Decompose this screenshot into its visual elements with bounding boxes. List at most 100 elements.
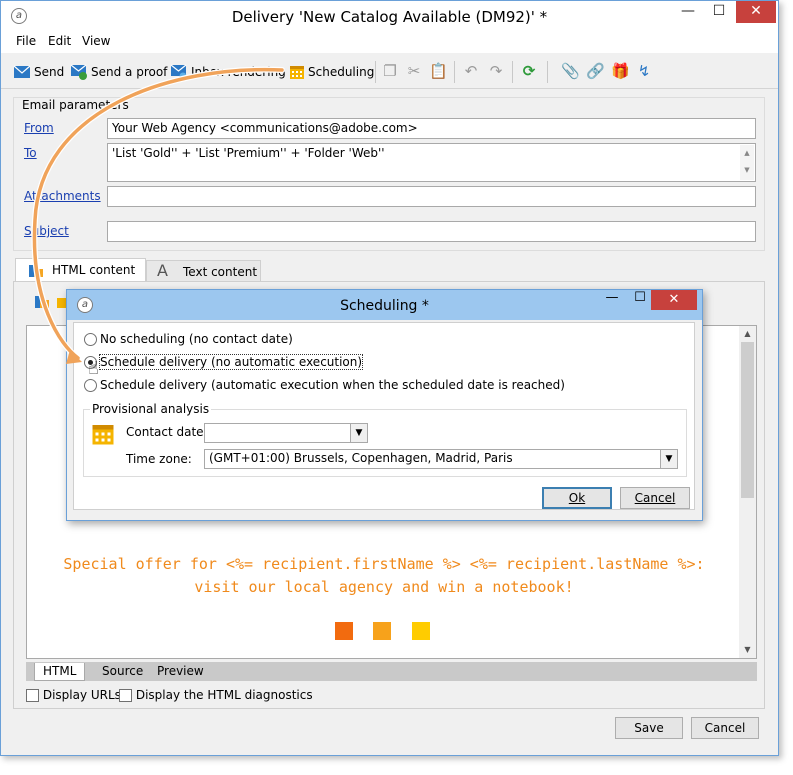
color-swatch-1 bbox=[335, 622, 353, 640]
promo-line-2: visit our local agency and win a noteboo… bbox=[194, 578, 574, 596]
tracking-icon[interactable]: ↯ bbox=[635, 62, 653, 80]
attachments-link[interactable]: Attachments bbox=[24, 189, 101, 203]
display-urls-checkbox[interactable] bbox=[26, 689, 39, 702]
gift-icon[interactable]: 🎁 bbox=[611, 62, 630, 80]
tab-html-content[interactable]: HTML content bbox=[15, 258, 146, 282]
tab-text-content[interactable]: A Text content bbox=[146, 260, 261, 282]
calendar-icon bbox=[92, 425, 114, 445]
to-field[interactable]: 'List 'Gold'' + 'List 'Premium'' + 'Fold… bbox=[107, 143, 756, 182]
time-zone-value: (GMT+01:00) Brussels, Copenhagen, Madrid… bbox=[209, 451, 513, 465]
dialog-body: No scheduling (no contact date) Schedule… bbox=[73, 322, 695, 510]
scheduling-label: Scheduling bbox=[308, 64, 375, 79]
time-zone-select[interactable]: (GMT+01:00) Brussels, Copenhagen, Madrid… bbox=[204, 449, 678, 469]
display-urls-option[interactable]: Display URLs bbox=[26, 688, 121, 702]
promo-line-1: Special offer for <%= recipient.firstNam… bbox=[63, 555, 705, 573]
menu-file[interactable]: File bbox=[16, 34, 36, 48]
calendar-icon bbox=[290, 65, 304, 79]
window-titlebar[interactable]: a Delivery 'New Catalog Available (DM92)… bbox=[1, 1, 778, 31]
toolbar-separator bbox=[547, 61, 548, 83]
cancel-button[interactable]: Cancel bbox=[691, 717, 759, 739]
dialog-titlebar[interactable]: a Scheduling * — ☐ ✕ bbox=[67, 290, 702, 320]
tab-preview[interactable]: Preview bbox=[149, 663, 212, 681]
envelope-check-icon bbox=[70, 64, 87, 80]
menu-view[interactable]: View bbox=[82, 34, 110, 48]
provisional-analysis-title: Provisional analysis bbox=[90, 402, 212, 416]
option-schedule-manual[interactable]: Schedule delivery (no automatic executio… bbox=[84, 354, 364, 370]
scrollbar-thumb[interactable] bbox=[741, 342, 754, 498]
send-button[interactable]: Send bbox=[13, 62, 64, 82]
subject-field[interactable] bbox=[107, 221, 756, 242]
text-content-icon: A bbox=[157, 261, 168, 280]
email-parameters-title: Email parameters bbox=[22, 98, 129, 112]
to-field-value: 'List 'Gold'' + 'List 'Premium'' + 'Fold… bbox=[112, 146, 385, 160]
option-no-scheduling[interactable]: No scheduling (no contact date) bbox=[84, 332, 293, 346]
attachments-field[interactable] bbox=[107, 186, 756, 207]
html-diagnostics-checkbox[interactable] bbox=[119, 689, 132, 702]
tab-text-label: Text content bbox=[183, 265, 258, 279]
tab-source[interactable]: Source bbox=[94, 663, 151, 681]
contact-date-picker[interactable]: ▼ bbox=[204, 423, 368, 443]
menu-edit[interactable]: Edit bbox=[48, 34, 71, 48]
close-button[interactable]: ✕ bbox=[736, 1, 776, 23]
inbox-rendering-button[interactable]: Inbox rendering bbox=[170, 62, 286, 82]
schedule-auto-radio[interactable] bbox=[84, 379, 97, 392]
minimize-button[interactable]: — bbox=[673, 1, 703, 23]
refresh-icon[interactable]: ⟳ bbox=[520, 62, 538, 80]
window-title: Delivery 'New Catalog Available (DM92)' … bbox=[231, 8, 548, 26]
display-urls-label: Display URLs bbox=[42, 688, 121, 702]
editor-mode-icon[interactable] bbox=[34, 294, 50, 310]
mouse-pointer-icon: ☝ bbox=[88, 358, 99, 379]
save-button[interactable]: Save bbox=[615, 717, 683, 739]
paperclip-icon[interactable]: 📎 bbox=[561, 62, 580, 80]
cut-icon[interactable]: ✂ bbox=[405, 62, 423, 80]
from-field[interactable]: Your Web Agency <communications@adobe.co… bbox=[107, 118, 756, 139]
send-label: Send bbox=[34, 64, 65, 79]
scroll-up-icon[interactable]: ▲ bbox=[739, 326, 756, 342]
to-link[interactable]: To bbox=[24, 146, 37, 160]
paste-icon[interactable]: 📋 bbox=[429, 62, 448, 80]
chevron-down-icon[interactable]: ▼ bbox=[660, 450, 677, 468]
toolbar-separator bbox=[375, 61, 376, 83]
ok-button[interactable]: Ok bbox=[542, 487, 612, 509]
schedule-manual-label: Schedule delivery (no automatic executio… bbox=[98, 354, 364, 370]
tab-html-label: HTML content bbox=[52, 263, 136, 277]
time-zone-label: Time zone: bbox=[126, 452, 192, 466]
link-icon[interactable]: 🔗 bbox=[586, 62, 605, 80]
toolbar-separator bbox=[454, 61, 455, 83]
html-diagnostics-option[interactable]: Display the HTML diagnostics bbox=[119, 688, 313, 702]
scheduling-button[interactable]: Scheduling bbox=[289, 62, 374, 82]
contact-date-label: Contact date: bbox=[126, 425, 208, 439]
envelope-send-icon bbox=[13, 65, 31, 78]
chevron-down-icon[interactable]: ▼ bbox=[350, 424, 367, 442]
send-proof-label: Send a proof bbox=[91, 64, 168, 79]
menu-bar: File Edit View bbox=[1, 31, 778, 53]
option-schedule-auto[interactable]: Schedule delivery (automatic execution w… bbox=[84, 378, 565, 392]
scroll-down-icon[interactable]: ▼ bbox=[739, 642, 756, 658]
copy-icon[interactable]: ❐ bbox=[381, 62, 399, 80]
color-swatch-3 bbox=[412, 622, 430, 640]
scheduling-dialog: a Scheduling * — ☐ ✕ No scheduling (no c… bbox=[66, 289, 703, 521]
no-scheduling-label: No scheduling (no contact date) bbox=[100, 332, 293, 346]
dialog-cancel-button[interactable]: Cancel bbox=[620, 487, 690, 509]
html-diagnostics-label: Display the HTML diagnostics bbox=[135, 688, 313, 702]
schedule-auto-label: Schedule delivery (automatic execution w… bbox=[100, 378, 565, 392]
dialog-maximize-button[interactable]: ☐ bbox=[630, 290, 650, 305]
color-swatch-2 bbox=[373, 622, 391, 640]
dialog-minimize-button[interactable]: — bbox=[602, 290, 622, 305]
undo-icon[interactable]: ↶ bbox=[462, 62, 480, 80]
main-toolbar: Send Send a proof Inbox rendering Schedu… bbox=[1, 53, 778, 89]
redo-icon[interactable]: ↷ bbox=[487, 62, 505, 80]
to-field-scrollbar[interactable]: ▲ ▼ bbox=[740, 145, 754, 180]
from-link[interactable]: From bbox=[24, 121, 54, 135]
no-scheduling-radio[interactable] bbox=[84, 333, 97, 346]
maximize-button[interactable]: ☐ bbox=[704, 1, 734, 23]
subject-link[interactable]: Subject bbox=[24, 224, 69, 238]
email-parameters-group: Email parameters From Your Web Agency <c… bbox=[13, 97, 765, 251]
editor-view-tabs: HTML Source Preview bbox=[26, 662, 757, 681]
toolbar-separator bbox=[512, 61, 513, 83]
tab-html[interactable]: HTML bbox=[34, 663, 86, 681]
dialog-close-button[interactable]: ✕ bbox=[651, 290, 697, 310]
html-content-icon bbox=[29, 265, 43, 277]
editor-vertical-scrollbar[interactable]: ▲ ▼ bbox=[739, 326, 756, 658]
send-proof-button[interactable]: Send a proof bbox=[70, 62, 167, 82]
